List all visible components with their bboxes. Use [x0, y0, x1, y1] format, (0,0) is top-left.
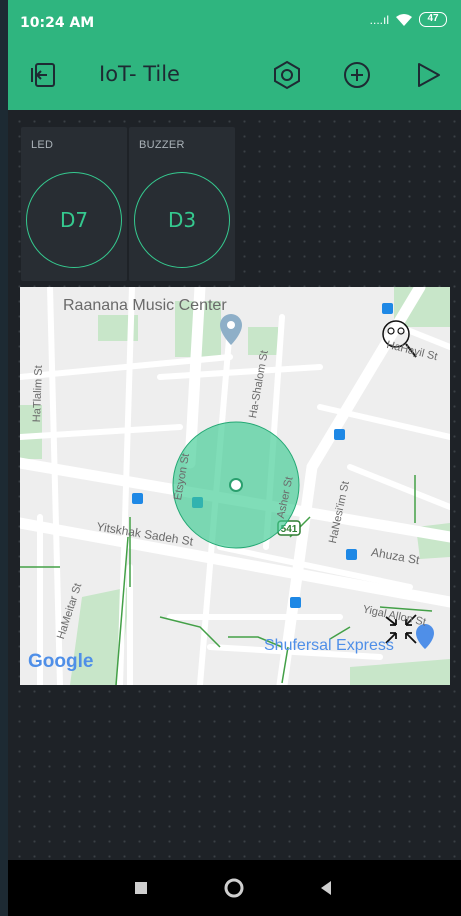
- google-attribution: Google: [28, 651, 93, 673]
- exit-icon: [31, 63, 55, 87]
- project-settings-button[interactable]: [270, 58, 304, 92]
- app-toolbar: IoT- Tile: [8, 40, 461, 110]
- signal-icon: ....ıl: [369, 12, 389, 27]
- dashboard-canvas: LED D7 BUZZER D3 541 Raanana Music Cente…: [8, 110, 461, 860]
- led-button[interactable]: D7: [26, 172, 122, 268]
- add-widget-button[interactable]: [340, 58, 374, 92]
- phone-screen: 10:24 AM ....ıl 47 IoT- Tile LED D7 BUZZ…: [8, 0, 461, 916]
- project-title: IoT- Tile: [99, 62, 180, 86]
- store-label: Shufersal Express: [264, 637, 394, 654]
- square-icon: [135, 882, 147, 894]
- map-widget[interactable]: 541 Raanana Music Center Shufersal Expre…: [20, 287, 450, 685]
- wifi-icon: [396, 13, 412, 26]
- status-time: 10:24 AM: [20, 15, 95, 31]
- pin-label: D3: [167, 208, 197, 232]
- buzzer-button[interactable]: D3: [134, 172, 230, 268]
- hexagon-settings-icon: [274, 60, 300, 90]
- street-label: HaTlalim St: [31, 365, 45, 423]
- status-icons: ....ıl 47: [370, 12, 447, 27]
- led-widget[interactable]: LED D7: [21, 127, 127, 281]
- play-icon: [418, 63, 440, 87]
- google-logo-text: Google: [28, 651, 94, 672]
- battery-icon: 47: [419, 12, 447, 27]
- buzzer-widget[interactable]: BUZZER D3: [129, 127, 235, 281]
- plus-circle-icon: [344, 62, 370, 88]
- play-button[interactable]: [411, 58, 445, 92]
- pin-label: D7: [59, 208, 89, 232]
- exit-project-button[interactable]: [26, 58, 60, 92]
- recents-button[interactable]: [129, 876, 153, 900]
- system-nav-bar: [8, 860, 461, 916]
- circle-icon: [224, 878, 244, 898]
- poi-label: Raanana Music Center: [63, 297, 227, 314]
- back-button[interactable]: [314, 876, 338, 900]
- widget-label: BUZZER: [139, 139, 185, 151]
- status-bar: 10:24 AM ....ıl 47: [8, 0, 461, 40]
- widget-label: LED: [31, 139, 54, 151]
- home-button[interactable]: [222, 876, 246, 900]
- triangle-back-icon: [321, 881, 331, 895]
